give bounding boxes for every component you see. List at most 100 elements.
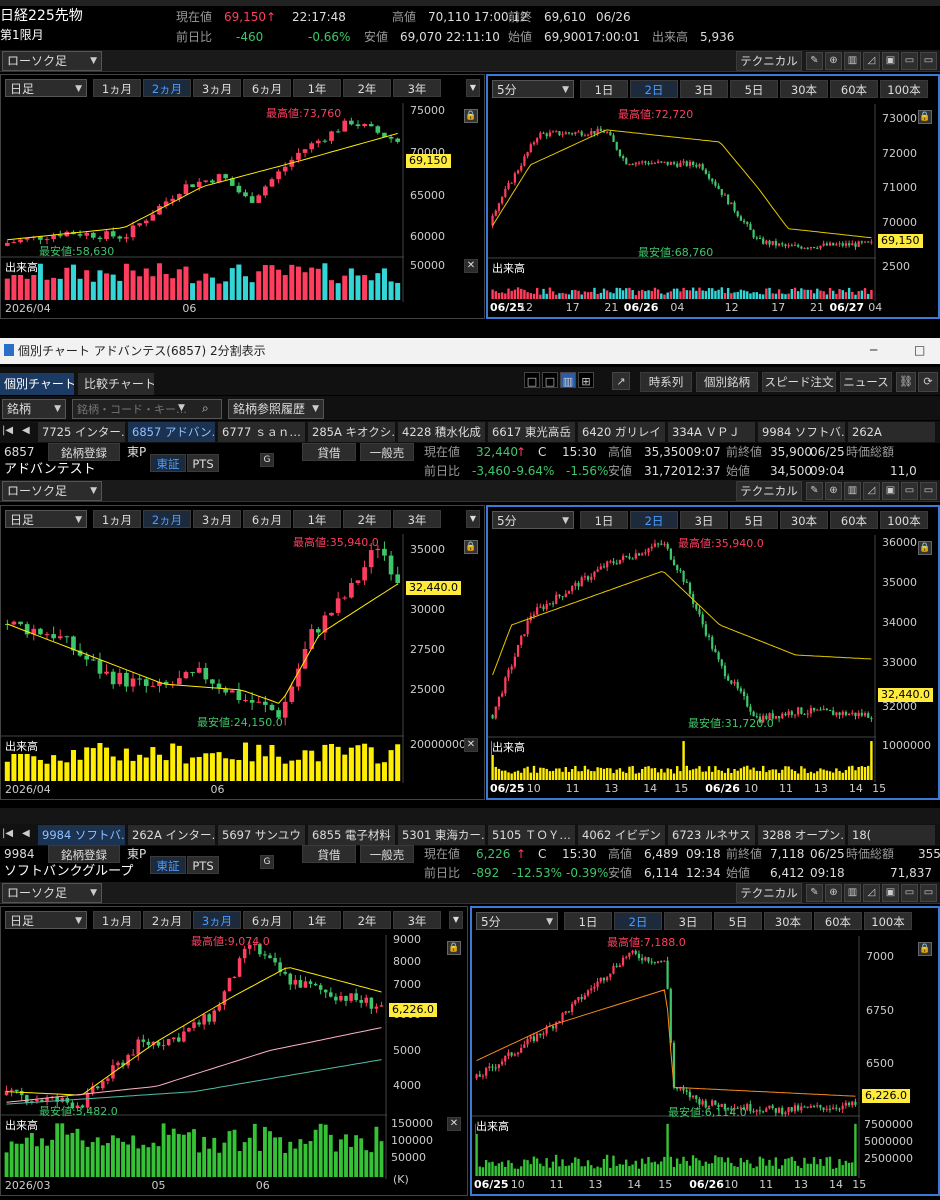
folder-open-icon[interactable]: ▭ (920, 884, 937, 902)
stock-tab[interactable]: 285A キオクシ… (308, 422, 396, 442)
stock-tab[interactable]: 6723 ルネサス (668, 825, 756, 845)
folder-icon[interactable]: ▭ (901, 884, 918, 902)
exchange-tse-button[interactable]: 東証 (150, 454, 186, 472)
stock-tab[interactable]: 6855 電子材料 (308, 825, 396, 845)
pen-icon[interactable]: ✎ (806, 884, 823, 902)
chart-area-icon[interactable]: ◿ (863, 52, 880, 70)
lock-icon[interactable]: 🔒 (918, 110, 932, 124)
exchange-tse-button[interactable]: 東証 (150, 856, 186, 874)
g-button[interactable]: G (260, 453, 274, 467)
link-icon[interactable]: ⛓ (896, 372, 916, 392)
advantest-chart-type-select[interactable]: ローソク足 (2, 481, 102, 501)
expand-icon[interactable]: ↗ (612, 372, 630, 390)
margin-button[interactable]: 貸借 (302, 443, 356, 461)
general-sell-button[interactable]: 一般売 (360, 845, 414, 863)
stock-tab[interactable]: 9984 ソフトバ… (758, 422, 846, 442)
g-button[interactable]: G (260, 855, 274, 869)
stock-tab[interactable]: 5697 サンユウ (218, 825, 306, 845)
stock-tab[interactable]: 262A インター… (128, 825, 216, 845)
search-type-select[interactable]: 銘柄 (2, 399, 66, 419)
stock-tab[interactable]: 7725 インター… (38, 422, 126, 442)
tab-individual-chart[interactable]: 個別チャート (0, 373, 74, 395)
close-volume-icon[interactable]: ✕ (464, 259, 478, 273)
range-button[interactable]: 100本 (880, 80, 928, 98)
chart-canvas[interactable] (472, 908, 860, 1194)
folder-open-icon[interactable]: ▭ (920, 52, 937, 70)
chart-canvas[interactable] (1, 907, 387, 1195)
speed-order-button[interactable]: スピード注文 (762, 372, 836, 392)
news-button[interactable]: ニュース (840, 372, 892, 392)
stock-tab[interactable]: 9984 ソフトバ… (38, 825, 126, 845)
margin-button[interactable]: 貸借 (302, 845, 356, 863)
save-icon[interactable]: ▣ (882, 52, 899, 70)
lock-icon[interactable]: 🔒 (918, 541, 932, 555)
search-input[interactable] (72, 399, 222, 419)
lock-icon[interactable]: 🔒 (464, 540, 478, 554)
grid-icon[interactable]: ▥ (844, 52, 861, 70)
folder-open-icon[interactable]: ▭ (920, 482, 937, 500)
zoom-icon[interactable]: ⊕ (825, 52, 842, 70)
close-volume-icon[interactable]: ✕ (447, 1117, 461, 1131)
register-button[interactable]: 銘柄登録 (48, 443, 120, 461)
stock-tab[interactable]: 18( (848, 825, 936, 845)
range-button[interactable]: 100本 (864, 912, 912, 930)
stock-tab[interactable]: 4062 イビデン (578, 825, 666, 845)
tabs2-prev-icon[interactable]: ◀ (22, 826, 30, 842)
stock-tab[interactable]: 262A (848, 422, 936, 442)
stock-tab[interactable]: 6857 アドバン… (128, 422, 216, 442)
register-button[interactable]: 銘柄登録 (48, 845, 120, 863)
timeseries-button[interactable]: 時系列 (640, 372, 692, 392)
scroll-button[interactable]: ▼ (466, 510, 480, 528)
layout-vsplit-icon[interactable]: ▥ (560, 372, 576, 388)
refresh-icon[interactable]: ⟳ (918, 372, 938, 392)
chart-area-icon[interactable]: ◿ (863, 884, 880, 902)
folder-icon[interactable]: ▭ (901, 482, 918, 500)
nikkei-chart-type-select[interactable]: ローソク足 (2, 51, 102, 71)
zoom-icon[interactable]: ⊕ (825, 482, 842, 500)
lock-icon[interactable]: 🔒 (447, 941, 461, 955)
technical-button[interactable]: テクニカル (736, 883, 802, 903)
stock-tab[interactable]: 5301 東海カー… (398, 825, 486, 845)
range-button[interactable]: 3年 (393, 911, 441, 929)
save-icon[interactable]: ▣ (882, 482, 899, 500)
pen-icon[interactable]: ✎ (806, 52, 823, 70)
lock-icon[interactable]: 🔒 (918, 942, 932, 956)
range-button[interactable]: 100本 (880, 511, 928, 529)
close-volume-icon[interactable]: ✕ (464, 738, 478, 752)
maximize-icon[interactable]: □ (914, 342, 925, 358)
technical-button[interactable]: テクニカル (736, 481, 802, 501)
grid-icon[interactable]: ▥ (844, 482, 861, 500)
layout-split-icon[interactable]: □ (542, 372, 558, 388)
grid-icon[interactable]: ▥ (844, 884, 861, 902)
tabs2-first-icon[interactable]: |◀ (2, 826, 13, 842)
zoom-icon[interactable]: ⊕ (825, 884, 842, 902)
pen-icon[interactable]: ✎ (806, 482, 823, 500)
save-icon[interactable]: ▣ (882, 884, 899, 902)
technical-button[interactable]: テクニカル (736, 51, 802, 71)
scroll-button[interactable]: ▼ (466, 79, 480, 97)
folder-icon[interactable]: ▭ (901, 52, 918, 70)
general-sell-button[interactable]: 一般売 (360, 443, 414, 461)
minimize-icon[interactable]: ─ (870, 342, 877, 358)
scroll-button[interactable]: ▼ (449, 911, 463, 929)
tabs-prev-icon[interactable]: ◀ (22, 423, 30, 439)
layout-quad-icon[interactable]: ⊞ (578, 372, 594, 388)
history-select[interactable]: 銘柄参照履歴 (228, 399, 324, 419)
chart-canvas[interactable] (1, 75, 404, 318)
stock-tab[interactable]: 334A ＶＰＪ (668, 422, 756, 442)
search-icon[interactable]: ⌕ (202, 400, 209, 416)
layout-single-icon[interactable]: □ (524, 372, 540, 388)
exchange-pts-button[interactable]: PTS (187, 454, 219, 472)
stock-tab[interactable]: 6420 ガリレイ (578, 422, 666, 442)
exchange-pts-button[interactable]: PTS (187, 856, 219, 874)
stock-tab[interactable]: 3288 オープン… (758, 825, 846, 845)
stock-tab[interactable]: 6777 ｓａｎ… (218, 422, 306, 442)
individual-stock-button[interactable]: 個別銘柄 (696, 372, 758, 392)
stock-tab[interactable]: 4228 積水化成 (398, 422, 486, 442)
tab-compare-chart[interactable]: 比較チャート (78, 373, 154, 395)
tabs-first-icon[interactable]: |◀ (2, 423, 13, 439)
stock-tab[interactable]: 5105 ＴＯＹ… (488, 825, 576, 845)
softbank-chart-type-select[interactable]: ローソク足 (2, 883, 102, 903)
search-dropdown-icon[interactable]: ▼ (178, 400, 185, 416)
stock-tab[interactable]: 6617 東光高岳 (488, 422, 576, 442)
